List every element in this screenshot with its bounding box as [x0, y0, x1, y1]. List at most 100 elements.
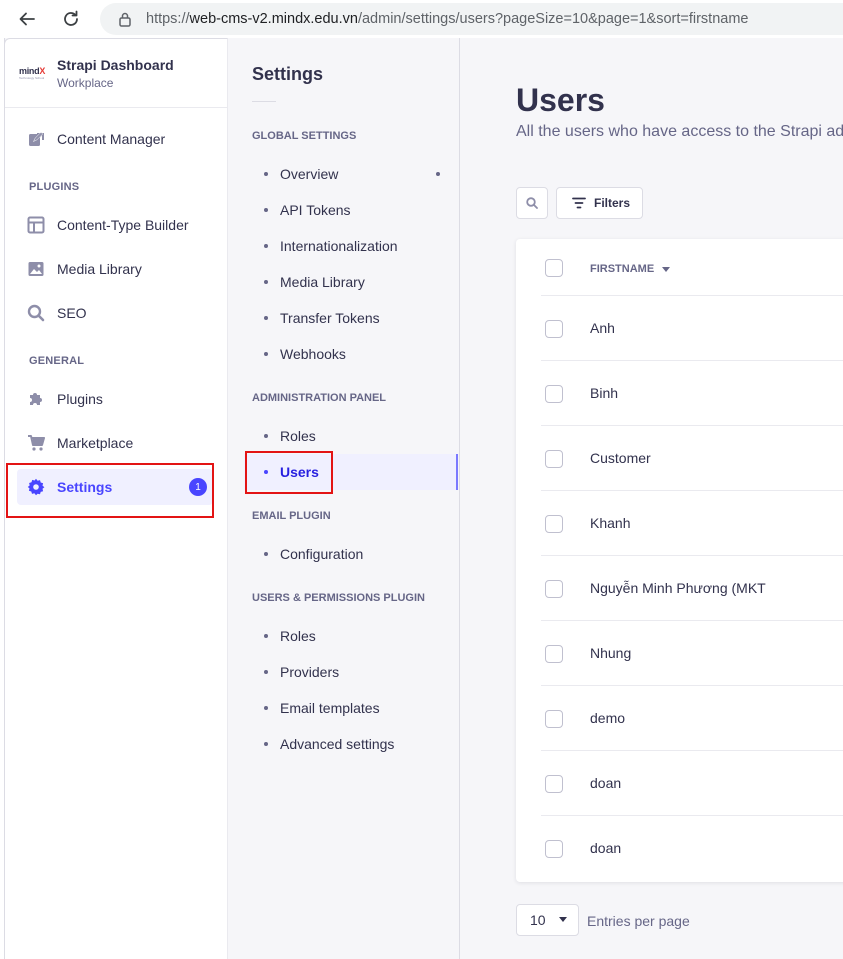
table-row[interactable]: doan — [541, 750, 843, 815]
firstname-cell: Nguyễn Minh Phương (MKT — [590, 580, 766, 596]
subnav-transfer-tokens[interactable]: Transfer Tokens — [244, 300, 458, 336]
row-checkbox[interactable] — [545, 515, 563, 533]
search-button[interactable] — [516, 187, 548, 219]
reload-button[interactable] — [54, 2, 88, 36]
select-all-checkbox[interactable] — [545, 259, 563, 277]
puzzle-icon — [27, 390, 45, 408]
filters-button[interactable]: Filters — [556, 187, 643, 219]
nav-label: Marketplace — [57, 435, 134, 451]
firstname-cell: doan — [590, 840, 622, 856]
general-section-label: GENERAL — [29, 355, 85, 367]
table-row[interactable]: doan — [541, 815, 843, 880]
table-row[interactable]: Khanh — [541, 490, 843, 555]
table-row[interactable]: Customer — [541, 425, 843, 490]
users-table: FIRSTNAME Anh Binh Customer Khanh Nguyễn… — [516, 239, 843, 882]
url-text: https://web-cms-v2.mindx.edu.vn/admin/se… — [146, 11, 749, 27]
row-checkbox[interactable] — [545, 645, 563, 663]
back-button[interactable] — [10, 2, 44, 36]
row-checkbox[interactable] — [545, 775, 563, 793]
layout-icon — [27, 216, 45, 234]
table-header: FIRSTNAME — [516, 239, 843, 296]
update-indicator-dot — [436, 172, 440, 176]
subnav-internationalization[interactable]: Internationalization — [244, 228, 458, 264]
nav-label: Content-Type Builder — [57, 217, 189, 233]
main-navigation: mindX Technology School Strapi Dashboard… — [4, 38, 228, 959]
table-row[interactable]: Anh — [541, 295, 843, 360]
nav-plugins[interactable]: Plugins — [17, 381, 213, 417]
firstname-cell: Binh — [590, 385, 619, 401]
users-permissions-section-label: USERS & PERMISSIONS PLUGIN — [252, 592, 425, 604]
nav-label: Settings — [57, 479, 113, 495]
nav-marketplace[interactable]: Marketplace — [17, 425, 213, 461]
nav-label: Plugins — [57, 391, 103, 407]
lock-icon — [119, 12, 131, 27]
brand-logo: mindX Technology School — [19, 66, 46, 80]
subnav-media-library[interactable]: Media Library — [244, 264, 458, 300]
firstname-cell: Khanh — [590, 515, 631, 531]
email-plugin-section-label: EMAIL PLUGIN — [252, 510, 331, 522]
global-settings-section-label: GLOBAL SETTINGS — [252, 130, 357, 142]
firstname-cell: Anh — [590, 320, 615, 336]
nav-settings[interactable]: Settings 1 — [17, 469, 213, 505]
row-checkbox[interactable] — [545, 450, 563, 468]
nav-label: Content Manager — [57, 131, 166, 147]
firstname-cell: doan — [590, 775, 622, 791]
nav-label: Media Library — [57, 261, 142, 277]
firstname-column-header[interactable]: FIRSTNAME — [590, 263, 671, 275]
page-size-select[interactable]: 10 — [516, 904, 579, 936]
title-divider — [252, 101, 276, 102]
brand-subtitle: Workplace — [57, 75, 114, 90]
filter-icon — [572, 197, 586, 209]
caret-down-icon — [559, 917, 567, 922]
page-title: Users — [516, 82, 605, 118]
nav-content-manager[interactable]: Content Manager — [17, 121, 213, 157]
brand-header: mindX Technology School Strapi Dashboard… — [5, 39, 227, 108]
settings-subnavigation: Settings GLOBAL SETTINGS Overview API To… — [228, 38, 460, 959]
firstname-cell: demo — [590, 710, 626, 726]
table-row[interactable]: Nguyễn Minh Phương (MKT — [541, 555, 843, 620]
address-bar[interactable]: https://web-cms-v2.mindx.edu.vn/admin/se… — [100, 3, 843, 35]
table-row[interactable]: Nhung — [541, 620, 843, 685]
subnav-webhooks[interactable]: Webhooks — [244, 336, 458, 372]
search-icon — [27, 304, 45, 322]
nav-media-library[interactable]: Media Library — [17, 251, 213, 287]
search-icon — [526, 197, 538, 209]
subnav-api-tokens[interactable]: API Tokens — [244, 192, 458, 228]
table-row[interactable]: Binh — [541, 360, 843, 425]
reload-icon — [64, 10, 78, 26]
browser-toolbar: https://web-cms-v2.mindx.edu.vn/admin/se… — [0, 0, 843, 38]
caret-down-icon — [662, 266, 671, 272]
administration-panel-section-label: ADMINISTRATION PANEL — [252, 392, 387, 404]
image-icon — [27, 260, 45, 278]
table-row[interactable]: demo — [541, 685, 843, 750]
firstname-cell: Customer — [590, 450, 651, 466]
plugins-section-label: PLUGINS — [29, 181, 80, 193]
row-checkbox[interactable] — [545, 320, 563, 338]
row-checkbox[interactable] — [545, 580, 563, 598]
subnav-providers[interactable]: Providers — [244, 654, 458, 690]
gear-icon — [27, 478, 45, 496]
row-checkbox[interactable] — [545, 840, 563, 858]
settings-notification-badge: 1 — [189, 478, 207, 496]
row-checkbox[interactable] — [545, 710, 563, 728]
nav-label: SEO — [57, 305, 87, 321]
users-page: Users All the users who have access to t… — [460, 38, 843, 959]
subnav-email-configuration[interactable]: Configuration — [244, 536, 458, 572]
subnav-advanced-settings[interactable]: Advanced settings — [244, 726, 458, 762]
subnav-up-roles[interactable]: Roles — [244, 618, 458, 654]
arrow-left-icon — [19, 12, 35, 26]
firstname-cell: Nhung — [590, 645, 632, 661]
shopping-cart-icon — [27, 434, 45, 452]
nav-seo[interactable]: SEO — [17, 295, 213, 331]
subnav-overview[interactable]: Overview — [244, 156, 458, 192]
row-checkbox[interactable] — [545, 385, 563, 403]
subnav-users[interactable]: Users — [244, 454, 458, 490]
brand-title: Strapi Dashboard — [57, 56, 174, 73]
subnav-email-templates[interactable]: Email templates — [244, 690, 458, 726]
entries-per-page-label: Entries per page — [587, 913, 690, 929]
page-subtitle: All the users who have access to the Str… — [516, 123, 843, 140]
feather-icon — [27, 130, 45, 148]
subnav-admin-roles[interactable]: Roles — [244, 418, 458, 454]
settings-title: Settings — [252, 64, 324, 84]
nav-content-type-builder[interactable]: Content-Type Builder — [17, 207, 213, 243]
